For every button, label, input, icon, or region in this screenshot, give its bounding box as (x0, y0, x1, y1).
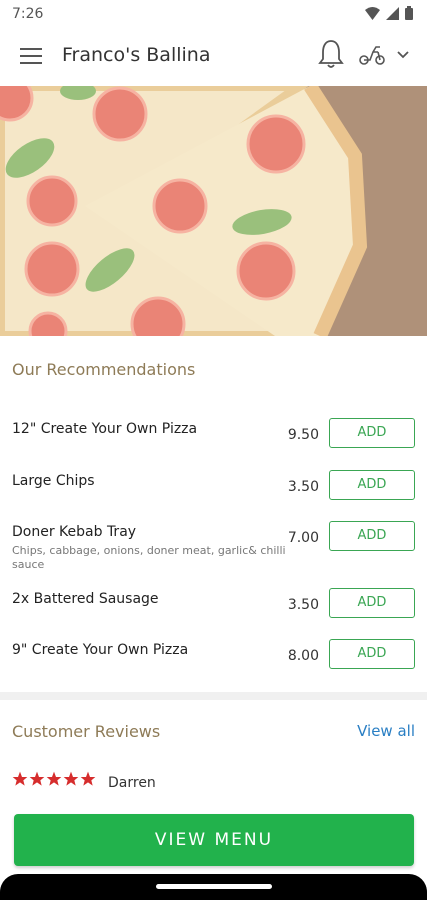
status-bar: 7:26 (0, 0, 427, 28)
add-button[interactable]: ADD (329, 418, 415, 448)
item-price: 7.00 (287, 530, 319, 546)
item-price: 3.50 (287, 479, 319, 495)
view-all-reviews-link[interactable]: View all (357, 722, 415, 740)
scooter-icon[interactable] (358, 44, 386, 66)
star-icon (63, 771, 79, 786)
item-name: 12" Create Your Own Pizza (12, 421, 198, 437)
app-bar: Franco's Ballina (0, 28, 427, 86)
reviews-heading: Customer Reviews (12, 722, 161, 741)
system-nav-bar (0, 874, 427, 900)
item-name: 2x Battered Sausage (12, 591, 159, 607)
item-description: Chips, cabbage, onions, doner meat, garl… (12, 544, 286, 571)
bell-icon[interactable] (318, 39, 344, 69)
star-icon (29, 771, 45, 786)
item-price: 8.00 (287, 648, 319, 664)
star-icon (46, 771, 62, 786)
item-name: Large Chips (12, 473, 95, 489)
add-button[interactable]: ADD (329, 639, 415, 669)
item-name: Doner Kebab Tray (12, 524, 137, 540)
item-price: 3.50 (287, 597, 319, 613)
add-button[interactable]: ADD (329, 470, 415, 500)
reviewer-name: Darren (108, 775, 156, 791)
hero-pizza-image (0, 86, 427, 336)
item-price: 9.50 (287, 427, 319, 443)
view-menu-button[interactable]: VIEW MENU (14, 814, 414, 866)
status-icons (365, 6, 413, 20)
wifi-icon (365, 6, 380, 20)
chevron-down-icon[interactable] (396, 49, 410, 61)
rating-stars (12, 771, 96, 787)
star-icon (80, 771, 96, 786)
add-button[interactable]: ADD (329, 521, 415, 551)
star-icon (12, 771, 28, 786)
hamburger-menu-icon[interactable] (20, 46, 42, 66)
section-divider (0, 692, 427, 700)
status-time: 7:26 (12, 6, 44, 22)
signal-icon (386, 6, 399, 20)
battery-icon (405, 6, 413, 20)
home-gesture-handle[interactable] (156, 884, 272, 889)
add-button[interactable]: ADD (329, 588, 415, 618)
item-name: 9" Create Your Own Pizza (12, 642, 189, 658)
hero-overlay (0, 86, 427, 336)
recommendations-heading: Our Recommendations (12, 360, 196, 379)
restaurant-title: Franco's Ballina (62, 44, 211, 66)
